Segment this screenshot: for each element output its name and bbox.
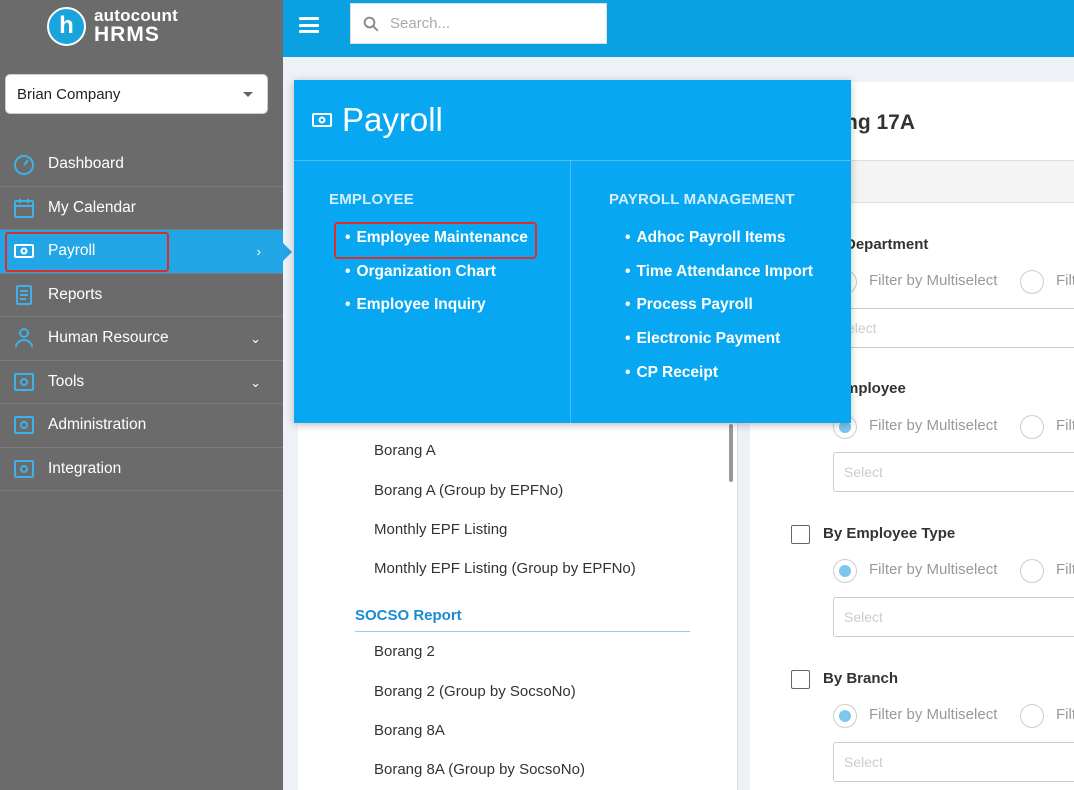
filter-label-employee-type: By Employee Type	[823, 525, 956, 542]
sidebar-item-label: Dashboard	[48, 155, 124, 173]
mega-menu-header: Payroll	[294, 80, 851, 161]
menu-link-time-attendance-import[interactable]: Time Attendance Import	[625, 263, 813, 281]
sidebar-item-label: Reports	[48, 285, 103, 303]
sidebar: h autocount HRMS Brian Company Dashboard…	[0, 0, 292, 790]
department-select[interactable]: elect	[833, 308, 1074, 348]
search-input[interactable]	[390, 15, 590, 32]
employee-maintenance-highlight-box	[334, 222, 537, 259]
logo-name-bottom: HRMS	[94, 23, 160, 46]
report-item[interactable]: Borang 8A	[374, 722, 445, 739]
menu-link-electronic-payment[interactable]: Electronic Payment	[625, 330, 780, 348]
branch-checkbox[interactable]	[791, 670, 810, 689]
employee-type-select[interactable]: Select	[833, 597, 1074, 637]
tools-icon	[0, 370, 48, 394]
report-item[interactable]: Borang 2	[374, 643, 435, 660]
reports-icon	[0, 283, 48, 307]
calendar-icon	[0, 196, 48, 220]
sidebar-item-integration[interactable]: Integration	[0, 448, 283, 491]
radio-other[interactable]	[1020, 415, 1044, 439]
radio-label: Filter by Multiselect	[869, 561, 998, 578]
filter-label-branch: By Branch	[823, 670, 899, 687]
sidebar-item-tools[interactable]: Tools ⌄	[0, 361, 283, 404]
menu-link-organization-chart[interactable]: Organization Chart	[345, 263, 496, 281]
report-item[interactable]: Borang 8A (Group by SocsoNo)	[374, 761, 585, 778]
radio-multiselect[interactable]	[833, 559, 857, 583]
human-resource-icon	[0, 326, 48, 350]
chevron-down-icon: ⌄	[250, 331, 261, 346]
menu-link-adhoc-payroll-items[interactable]: Adhoc Payroll Items	[625, 229, 785, 247]
radio-label: Filt	[1056, 706, 1074, 723]
sidebar-item-administration[interactable]: Administration	[0, 404, 283, 448]
sidebar-item-my-calendar[interactable]: My Calendar	[0, 187, 283, 230]
chevron-right-icon: ›	[256, 244, 261, 259]
logo-name-top: autocount	[94, 6, 178, 25]
report-item[interactable]: Monthly EPF Listing	[374, 521, 507, 538]
radio-other[interactable]	[1020, 270, 1044, 294]
menu-link-employee-inquiry[interactable]: Employee Inquiry	[345, 296, 485, 314]
menu-link-process-payroll[interactable]: Process Payroll	[625, 296, 752, 314]
radio-label: Filter by Multiselect	[869, 272, 998, 289]
mega-menu-title: Payroll	[342, 101, 443, 138]
sidebar-item-label: Human Resource	[48, 329, 169, 347]
filter-label-department: Department	[845, 236, 929, 253]
radio-label: Filt	[1056, 272, 1074, 289]
sidebar-item-label: My Calendar	[48, 198, 136, 216]
dashboard-icon	[0, 152, 48, 176]
app-logo[interactable]: h autocount HRMS	[47, 5, 178, 47]
report-title: ng 17A	[845, 111, 916, 134]
report-item[interactable]: Borang 2 (Group by SocsoNo)	[374, 683, 576, 700]
section-heading-socso: SOCSO Report	[355, 607, 462, 624]
filter-label-employee: mployee	[845, 380, 906, 397]
integration-icon	[0, 457, 48, 481]
administration-icon	[0, 413, 48, 437]
sidebar-item-label: Tools	[48, 372, 85, 390]
search-box[interactable]	[350, 3, 607, 44]
sidebar-item-human-resource[interactable]: Human Resource ⌄	[0, 317, 283, 361]
hamburger-menu-icon[interactable]	[299, 17, 319, 33]
radio-multiselect[interactable]	[833, 704, 857, 728]
report-item[interactable]: Borang A	[374, 442, 436, 459]
column-heading-payroll-management: PAYROLL MANAGEMENT	[609, 191, 795, 208]
report-item[interactable]: Monthly EPF Listing (Group by EPFNo)	[374, 560, 636, 577]
sidebar-nav: Dashboard My Calendar Payroll › Reports	[0, 143, 292, 491]
sidebar-item-dashboard[interactable]: Dashboard	[0, 143, 283, 187]
company-select-value: Brian Company	[17, 85, 121, 103]
radio-label: Filt	[1056, 561, 1074, 578]
radio-label: Filt	[1056, 417, 1074, 434]
section-divider	[355, 631, 690, 632]
logo-mark: h	[47, 6, 86, 46]
radio-label: Filter by Multiselect	[869, 706, 998, 723]
chevron-down-icon: ⌄	[250, 374, 261, 390]
sidebar-item-label: Administration	[48, 416, 147, 434]
sidebar-item-label: Integration	[48, 459, 122, 477]
company-select[interactable]: Brian Company	[5, 74, 268, 114]
column-divider	[570, 161, 571, 423]
radio-other[interactable]	[1020, 704, 1044, 728]
scrollbar[interactable]	[729, 424, 733, 482]
top-bar	[283, 0, 1074, 57]
radio-other[interactable]	[1020, 559, 1044, 583]
payroll-highlight-box	[5, 232, 169, 272]
search-icon	[363, 16, 379, 31]
sidebar-item-reports[interactable]: Reports	[0, 274, 283, 317]
employee-select[interactable]: Select	[833, 452, 1074, 492]
payroll-icon	[312, 113, 332, 127]
employee-type-checkbox[interactable]	[791, 525, 810, 544]
radio-label: Filter by Multiselect	[869, 417, 998, 434]
branch-select[interactable]: Select	[833, 742, 1074, 782]
caret-down-icon	[243, 92, 253, 97]
column-heading-employee: EMPLOYEE	[329, 191, 414, 208]
report-item[interactable]: Borang A (Group by EPFNo)	[374, 482, 563, 499]
menu-link-cp-receipt[interactable]: CP Receipt	[625, 364, 718, 382]
